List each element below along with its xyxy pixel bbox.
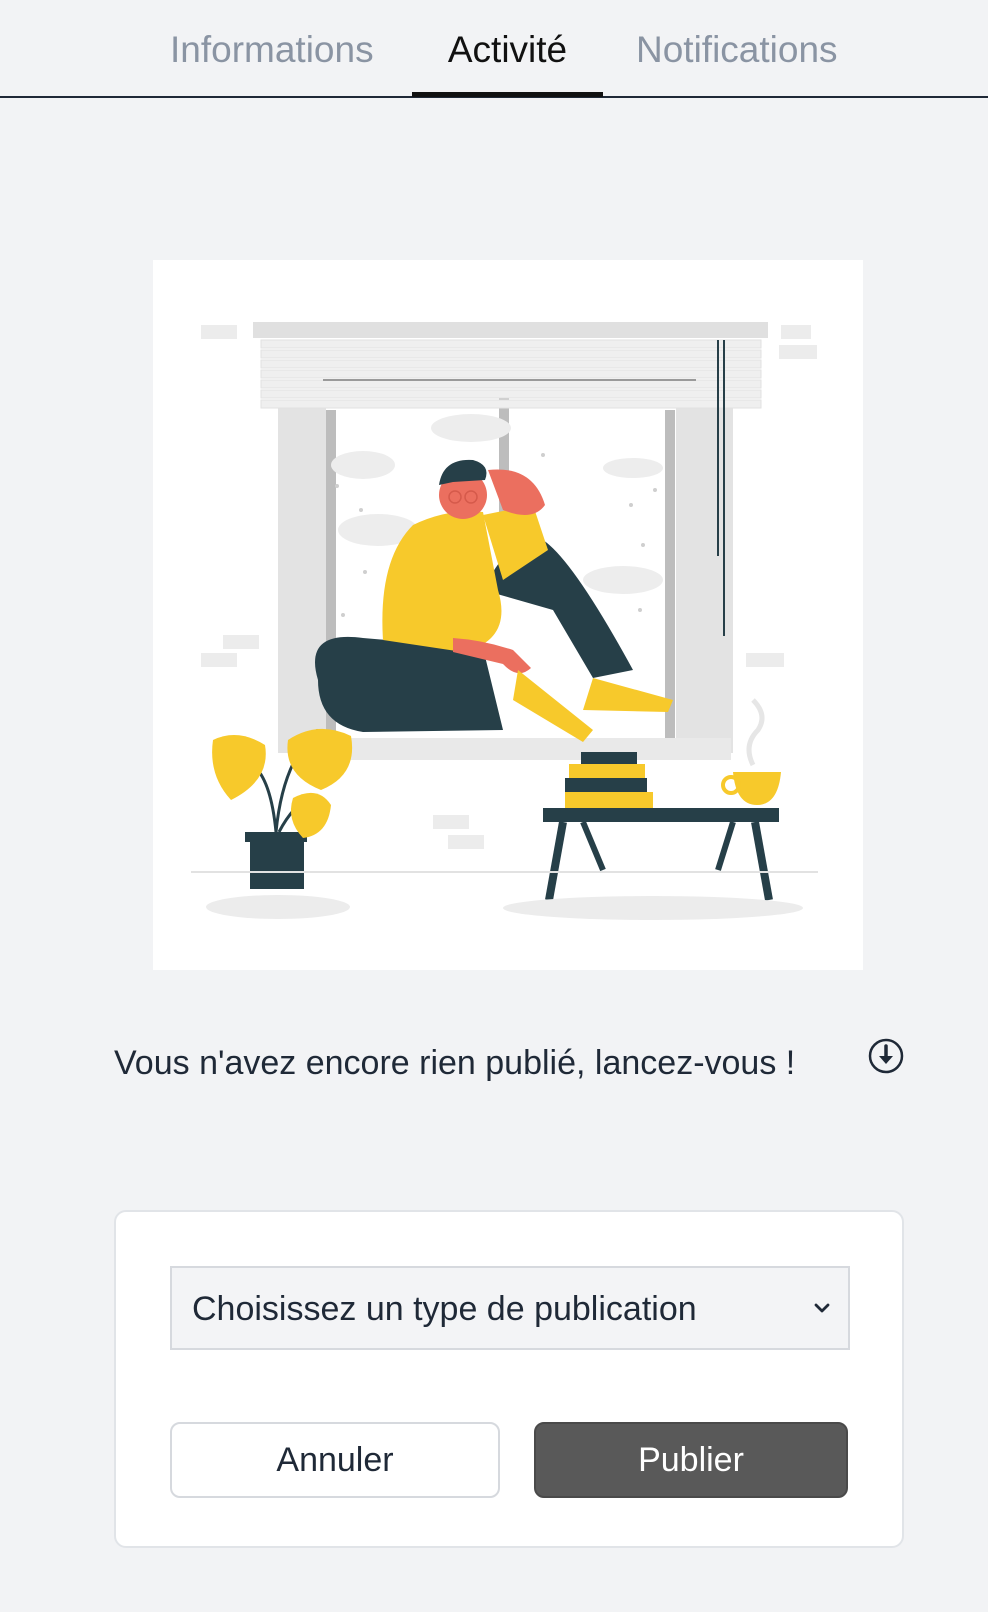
- cancel-button[interactable]: Annuler: [170, 1422, 500, 1498]
- publish-button[interactable]: Publier: [534, 1422, 848, 1498]
- arrow-down-circle-icon[interactable]: [868, 1038, 904, 1074]
- tab-notifications[interactable]: Notifications: [636, 30, 838, 70]
- person-sitting-by-window-illustration: [191, 322, 818, 920]
- empty-state-message: Vous n'avez encore rien publié, lancez-v…: [114, 1044, 796, 1082]
- tab-informations[interactable]: Informations: [170, 30, 374, 70]
- empty-state-illustration: [153, 260, 863, 970]
- publish-form-card: Choisissez un type de publication Annule…: [114, 1210, 904, 1548]
- publication-type-select[interactable]: Choisissez un type de publication: [170, 1266, 850, 1350]
- tab-activite[interactable]: Activité: [412, 30, 603, 70]
- publication-type-select-value: Choisissez un type de publication: [192, 1290, 697, 1328]
- active-tab-indicator: [412, 92, 603, 97]
- tab-bar: Informations Activité Notifications: [0, 0, 988, 98]
- chevron-down-icon: [814, 1303, 830, 1313]
